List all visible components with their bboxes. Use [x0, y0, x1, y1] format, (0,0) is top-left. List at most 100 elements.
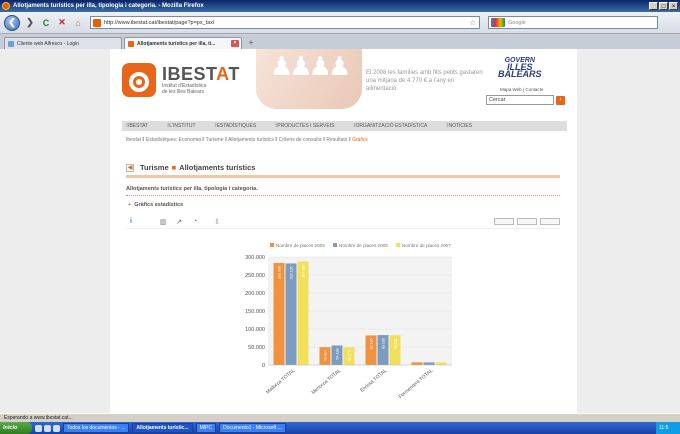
nav-item-noticies[interactable]: NOTÍCIES [446, 123, 472, 129]
maximize-button[interactable]: □ [659, 2, 668, 10]
legend-label: Nombre de places 2008 [339, 243, 388, 248]
tab-label: Allotjaments turístics per illa, ti... [137, 40, 216, 47]
close-tab-icon[interactable]: × [231, 40, 239, 47]
taskbar-item-documents[interactable]: Todos los documentos - ... [63, 423, 130, 433]
line-chart-icon[interactable]: ↗ [174, 217, 184, 227]
view-option-3[interactable] [540, 218, 560, 225]
bar-value-label: 7.308 [440, 365, 444, 374]
ibestat-logo-icon [122, 63, 156, 97]
y-tick-label: 250.000 [245, 273, 265, 279]
page-container: IBESTAT Institut d'Estadística de les Il… [110, 49, 577, 413]
legend-label: Nombre de places 2009 [276, 243, 325, 248]
bar-chart: Nombre de places 2009 Nombre de places 20… [220, 239, 460, 409]
view-option-1[interactable] [494, 218, 514, 225]
reload-button[interactable]: C [40, 17, 52, 29]
search-placeholder: Google [508, 19, 526, 26]
pie-chart-icon[interactable]: ◔ [190, 217, 200, 227]
breadcrumb-path[interactable]: Ibestat ‖ Estadístiques: Economia ‖ Turi… [126, 137, 351, 143]
top-links[interactable]: Mapa Web | Contacte [500, 87, 543, 92]
back-button[interactable]: ❮ [4, 14, 20, 31]
section-title-a: Turisme [140, 163, 169, 172]
grafics-heading[interactable]: + Gràfics estadístics [128, 202, 183, 208]
window-title: Allotjaments turístics per illa, tipolog… [13, 3, 204, 9]
bar-value-label: 7.308 [416, 365, 420, 374]
url-text[interactable]: http://www.ibestat.cat/ibestat/page?p=px… [104, 20, 470, 26]
bar [411, 362, 423, 365]
address-bar[interactable]: http://www.ibestat.cat/ibestat/page?p=px… [90, 16, 480, 29]
taskbar-item-word[interactable]: Documento1 - Microsoft ... [219, 423, 286, 433]
firefox-icon [2, 2, 10, 10]
taskbar-item-mipc[interactable]: MIPC [195, 423, 217, 433]
home-button[interactable]: ⌂ [72, 17, 84, 29]
y-tick-label: 150.000 [245, 309, 265, 315]
info-icon[interactable]: i [126, 217, 136, 227]
nav-item-ibestat[interactable]: IBESTAT [126, 123, 148, 129]
x-category-label: Menorca TOTAL [311, 368, 343, 396]
bar-value-label: 49.424 [324, 350, 328, 361]
legend-swatch [333, 243, 337, 247]
bar-value-label: 283.390 [278, 266, 282, 279]
forward-button[interactable]: ❯ [24, 17, 36, 29]
quick-launch-icon[interactable] [44, 424, 51, 432]
dotted-divider [126, 195, 560, 196]
close-window-button[interactable]: × [669, 2, 678, 10]
family-figures-icon: ♟♟♟♟ [270, 51, 351, 81]
site-favicon-icon [93, 18, 101, 27]
y-tick-label: 200.000 [245, 291, 265, 297]
chart-toolbar: i ▥ ↗ ◔ ⇩ [126, 215, 560, 229]
quick-launch [35, 424, 60, 432]
bar-value-label: 282.136 [290, 266, 294, 279]
quick-launch-icon[interactable] [35, 424, 42, 432]
bar [423, 362, 435, 365]
x-category-label: Eivissa TOTAL [359, 368, 388, 394]
google-icon[interactable] [491, 18, 505, 27]
y-tick-label: 100.000 [245, 327, 265, 333]
tab-strip: Cliente web Alfresco - Login Allotjament… [0, 35, 680, 49]
minimize-button[interactable]: _ [649, 2, 658, 10]
stop-button[interactable]: ✕ [56, 17, 68, 29]
tab-alfresco[interactable]: Cliente web Alfresco - Login [4, 37, 122, 49]
tab-favicon-icon [8, 40, 14, 47]
quick-launch-icon[interactable] [53, 424, 60, 432]
back-arrow-icon[interactable]: ◀ [126, 163, 134, 172]
breadcrumb: Ibestat ‖ Estadístiques: Economia ‖ Turi… [126, 137, 368, 143]
bookmark-star-icon[interactable]: ☆ [470, 19, 476, 27]
search-go-button[interactable]: › [556, 95, 565, 105]
taskbar-item-firefox[interactable]: Allotjaments turístic... [132, 423, 193, 433]
clock: 11:5 [656, 422, 680, 434]
nav-item-organitzacio[interactable]: ORGANITZACIÓ ESTADÍSTICA [353, 123, 428, 129]
y-tick-label: 50.000 [248, 345, 265, 351]
site-search-input[interactable]: Cercar [486, 95, 554, 105]
window-controls: _ □ × [649, 2, 678, 10]
nav-item-estadistiques[interactable]: ESTADÍSTIQUES [215, 123, 257, 129]
bar [435, 362, 447, 365]
orange-divider [126, 175, 560, 178]
nav-item-institut[interactable]: L'INSTITUT [167, 123, 195, 129]
download-icon[interactable]: ⇩ [212, 217, 222, 227]
y-tick-label: 0 [262, 363, 265, 369]
legend-swatch [270, 243, 274, 247]
navigation-toolbar: ❮ ❯ C ✕ ⌂ http://www.ibestat.cat/ibestat… [0, 12, 680, 34]
bar-value-label: 82.185 [370, 338, 374, 349]
govern-illes-balears-logo[interactable]: GOVERN ILLES BALEARS [498, 57, 542, 79]
logo-name: IBESTAT [162, 64, 240, 84]
legend-label: Nombre de places 2007 [402, 243, 451, 248]
start-button[interactable]: Inicio [0, 422, 32, 434]
y-tick-label: 300.000 [245, 255, 265, 261]
view-option-2[interactable] [517, 218, 537, 225]
bar-chart-icon[interactable]: ▥ [158, 217, 168, 227]
search-bar[interactable]: Google [488, 16, 658, 29]
nav-item-productes[interactable]: PRODUCTES I SERVEIS [275, 123, 334, 129]
banner-fact-text: El 2008 les famílies amb fills petits ga… [366, 70, 483, 92]
legend-swatch [396, 243, 400, 247]
table-title: Allotjaments turístics per illa, tipolog… [126, 186, 258, 192]
tab-allotjaments[interactable]: Allotjaments turístics per illa, ti... × [124, 37, 242, 49]
new-tab-button[interactable]: + [244, 37, 258, 49]
site-search: Cercar › [486, 95, 565, 105]
breadcrumb-current: Gràfics [352, 137, 368, 143]
ibestat-logo[interactable]: IBESTAT Institut d'Estadística de les Il… [122, 63, 240, 97]
section-title-b: Allotjaments turístics [179, 163, 256, 172]
bar-value-label: 82.621 [394, 338, 398, 349]
tab-favicon-icon [128, 40, 134, 47]
bar-chart-svg: Nombre de places 2009 Nombre de places 20… [245, 243, 452, 400]
